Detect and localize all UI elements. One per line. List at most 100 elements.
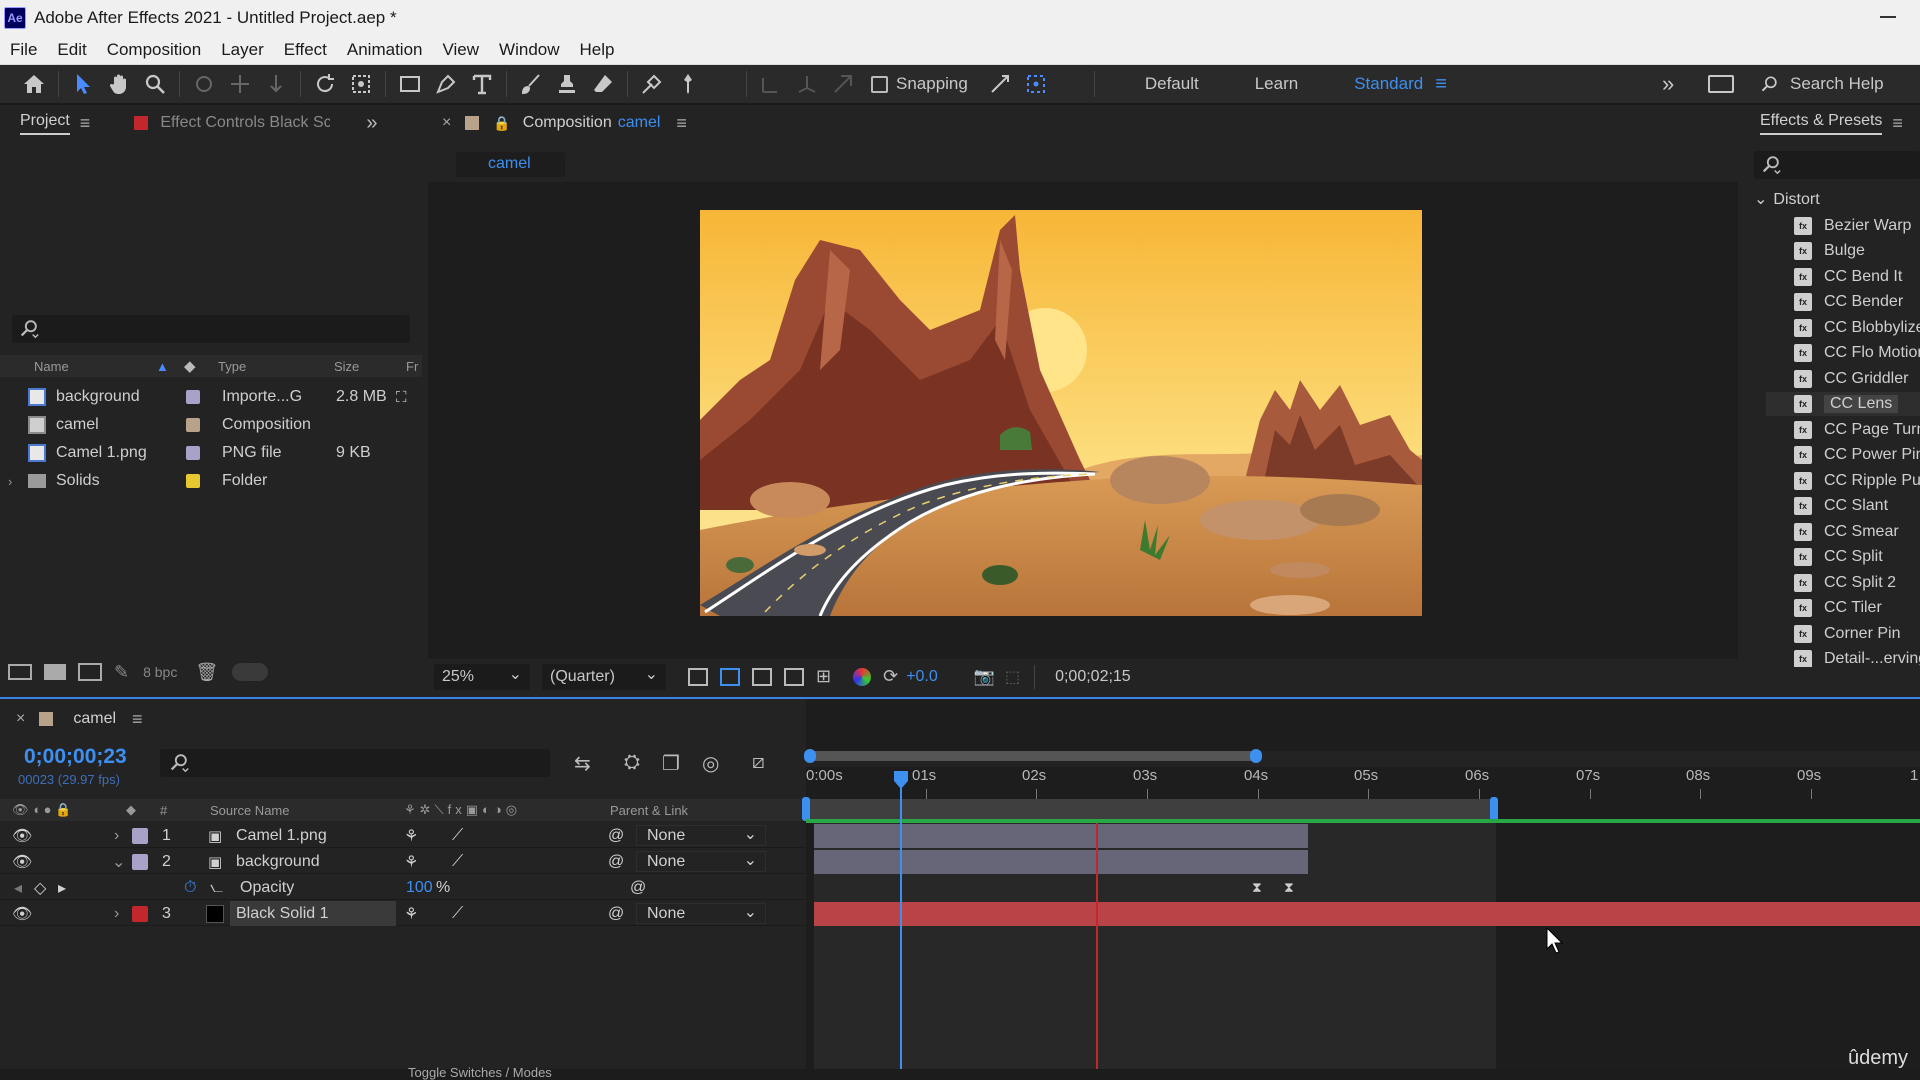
timeline-tab-name[interactable]: camel bbox=[73, 710, 116, 728]
effect-item[interactable]: fx CC Flo Motion bbox=[1794, 341, 1920, 365]
snap-feature-icon[interactable] bbox=[1018, 66, 1054, 102]
graph-editor-icon[interactable]: ⧄ bbox=[752, 751, 765, 774]
roto-brush-tool-icon[interactable] bbox=[634, 66, 670, 102]
keyframe-icon[interactable]: ◇ bbox=[34, 875, 46, 900]
magnification-dropdown[interactable]: 25% bbox=[434, 663, 530, 690]
layer-name[interactable]: Black Solid 1 bbox=[230, 901, 396, 926]
rotation-tool-icon[interactable] bbox=[307, 66, 343, 102]
effects-panel-menu-icon[interactable]: ≡ bbox=[1892, 113, 1903, 134]
eye-icon[interactable]: 👁 bbox=[12, 901, 32, 926]
layer-label-swatch[interactable] bbox=[132, 853, 148, 870]
resolution-dropdown[interactable]: (Quarter) bbox=[542, 663, 666, 690]
quality-icon[interactable]: ⟋ bbox=[452, 901, 463, 926]
parent-dropdown[interactable]: None bbox=[636, 850, 766, 872]
search-help-field[interactable]: Search Help bbox=[1760, 65, 1912, 103]
layer-name[interactable]: Camel 1.png bbox=[236, 823, 327, 848]
composition-navigator-tab[interactable]: camel bbox=[456, 152, 565, 177]
composition-viewer[interactable] bbox=[428, 182, 1738, 660]
home-icon[interactable] bbox=[16, 66, 52, 102]
eraser-tool-icon[interactable] bbox=[585, 66, 621, 102]
interpret-footage-icon[interactable] bbox=[8, 664, 32, 680]
exposure-value[interactable]: +0.0 bbox=[906, 668, 938, 686]
column-name[interactable]: Name bbox=[34, 359, 69, 374]
prev-keyframe-icon[interactable]: ◂ bbox=[14, 875, 22, 900]
layer-row-camel[interactable]: 👁 › 1 ▣ Camel 1.png ⚘ ⟋ @ None bbox=[0, 823, 806, 848]
effects-category-distort[interactable]: ⌄ Distort bbox=[1754, 189, 1820, 209]
layer-bar-background[interactable] bbox=[814, 850, 1308, 874]
column-frame-rate[interactable]: Fr bbox=[406, 359, 418, 374]
axis-local-icon[interactable] bbox=[753, 66, 789, 102]
label-swatch[interactable] bbox=[186, 446, 200, 460]
new-composition-icon[interactable] bbox=[78, 663, 102, 681]
composition-panel-menu-icon[interactable]: ≡ bbox=[676, 113, 687, 134]
menu-window[interactable]: Window bbox=[489, 40, 569, 60]
workspace-learn[interactable]: Learn bbox=[1227, 74, 1326, 94]
dolly-camera-icon[interactable] bbox=[258, 66, 294, 102]
axis-view-icon[interactable] bbox=[825, 66, 861, 102]
panel-overflow-icon[interactable]: » bbox=[366, 112, 377, 135]
new-folder-icon[interactable] bbox=[44, 664, 66, 680]
mask-visibility-icon[interactable] bbox=[752, 667, 772, 686]
shy-icon[interactable]: ⚘ bbox=[404, 823, 418, 848]
expand-chevron-icon[interactable]: › bbox=[8, 474, 12, 489]
layer-bar-black-solid[interactable] bbox=[814, 902, 1920, 926]
effect-item[interactable]: fx CC Bender bbox=[1794, 290, 1903, 314]
snapping-checkbox[interactable] bbox=[871, 75, 888, 93]
pan-camera-icon[interactable] bbox=[222, 66, 258, 102]
timeline-zoom-bar[interactable] bbox=[806, 1069, 1920, 1080]
stopwatch-icon[interactable]: ⏱ bbox=[184, 875, 196, 900]
effect-item[interactable]: fx CC Split bbox=[1794, 545, 1883, 569]
parent-dropdown[interactable]: None bbox=[636, 902, 766, 924]
snap-edge-icon[interactable] bbox=[982, 66, 1018, 102]
expand-chevron-icon[interactable]: › bbox=[114, 823, 119, 848]
effect-item[interactable]: fx CC Slant bbox=[1794, 494, 1888, 518]
property-row-opacity[interactable]: ◂ ◇ ▸ ⏱ ⦦ Opacity 100 % @ bbox=[0, 875, 806, 900]
column-layer-number[interactable]: # bbox=[160, 803, 167, 818]
region-of-interest-icon[interactable] bbox=[784, 667, 804, 686]
label-swatch[interactable] bbox=[186, 474, 200, 488]
project-item-camel-png[interactable]: Camel 1.png PNG file 9 KB bbox=[0, 439, 422, 467]
effect-item[interactable]: fx CC Page Turn bbox=[1794, 418, 1920, 442]
pen-tool-icon[interactable] bbox=[428, 66, 464, 102]
effect-item-selected[interactable]: fx CC Lens bbox=[1766, 392, 1920, 416]
close-tab-icon[interactable]: × bbox=[442, 114, 451, 132]
expand-chevron-icon[interactable]: › bbox=[114, 901, 119, 926]
lock-icon[interactable]: 🔒 bbox=[493, 115, 510, 132]
layer-name[interactable]: background bbox=[236, 849, 320, 874]
workspace-standard[interactable]: Standard bbox=[1326, 74, 1451, 94]
reset-exposure-icon[interactable]: ⟳ bbox=[883, 666, 898, 687]
more-workspaces-icon[interactable]: » bbox=[1662, 71, 1674, 97]
workspace-default[interactable]: Default bbox=[1117, 74, 1227, 94]
orbit-camera-icon[interactable] bbox=[186, 66, 222, 102]
menu-edit[interactable]: Edit bbox=[47, 40, 96, 60]
toggle-switches-modes-button[interactable]: Toggle Switches / Modes bbox=[408, 1065, 552, 1080]
layer-row-background[interactable]: 👁 ⌄ 2 ▣ background ⚘ ⟋ @ None bbox=[0, 849, 806, 874]
column-type[interactable]: Type bbox=[218, 359, 246, 374]
anchor-point-tool-icon[interactable] bbox=[343, 66, 379, 102]
opacity-value[interactable]: 100 bbox=[406, 875, 433, 900]
timeline-current-time[interactable]: 0;00;00;23 bbox=[24, 745, 127, 769]
layer-label-swatch[interactable] bbox=[132, 905, 148, 922]
quality-icon[interactable]: ⟋ bbox=[452, 823, 463, 848]
composition-tab-name[interactable]: camel bbox=[618, 114, 661, 132]
fast-previews-icon[interactable] bbox=[688, 667, 708, 686]
column-size[interactable]: Size bbox=[334, 359, 359, 374]
trash-icon[interactable]: 🗑 bbox=[195, 662, 218, 683]
close-tab-icon[interactable]: × bbox=[16, 710, 25, 728]
shy-icon[interactable]: ⚘ bbox=[404, 901, 418, 926]
composition-mini-flowchart-icon[interactable]: ⇆ bbox=[574, 751, 591, 776]
frame-blending-icon[interactable]: ❐ bbox=[662, 751, 680, 776]
snapshot-camera-icon[interactable]: 📷 bbox=[974, 667, 995, 687]
bit-depth-button[interactable]: 8 bpc bbox=[143, 664, 177, 680]
puppet-pin-tool-icon[interactable] bbox=[670, 66, 706, 102]
current-time-display[interactable]: 0;00;02;15 bbox=[1055, 668, 1131, 686]
timeline-search-input[interactable] bbox=[160, 749, 550, 777]
parent-dropdown[interactable]: None bbox=[636, 824, 766, 846]
rectangle-tool-icon[interactable] bbox=[392, 66, 428, 102]
eye-icon[interactable]: 👁 bbox=[12, 823, 32, 848]
keyframe-hold-icon[interactable]: ⧗ bbox=[1252, 879, 1262, 896]
effect-item[interactable]: fx CC Bend It bbox=[1794, 265, 1902, 289]
keyframe-hold-icon[interactable]: ⧗ bbox=[1284, 879, 1294, 896]
menu-view[interactable]: View bbox=[433, 40, 490, 60]
eye-icon[interactable]: 👁 bbox=[12, 849, 32, 874]
